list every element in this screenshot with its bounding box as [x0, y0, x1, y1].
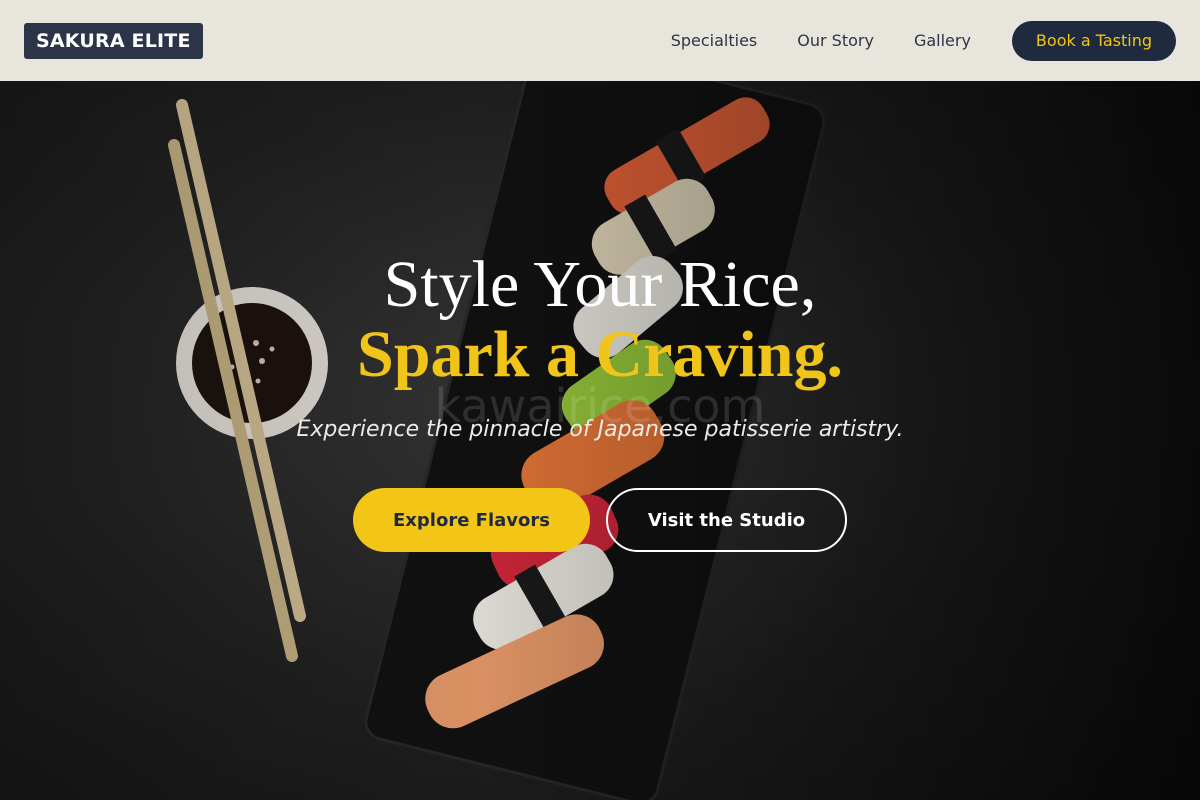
main-nav: Specialties Our Story Gallery Book a Tas…: [671, 20, 1176, 61]
brand-logo[interactable]: SAKURA ELITE: [24, 22, 203, 59]
book-tasting-button[interactable]: Book a Tasting: [1011, 20, 1176, 61]
hero-subtitle: Experience the pinnacle of Japanese pati…: [296, 417, 904, 442]
nav-link-specialties[interactable]: Specialties: [671, 31, 758, 50]
top-navbar: SAKURA ELITE Specialties Our Story Galle…: [0, 0, 1200, 81]
explore-flavors-button[interactable]: Explore Flavors: [353, 488, 590, 552]
hero-button-row: Explore Flavors Visit the Studio: [0, 488, 1200, 552]
nav-link-gallery[interactable]: Gallery: [914, 31, 971, 50]
hero-headline-line1: Style Your Rice,: [383, 248, 817, 321]
hero-content: Style Your Rice, Spark a Craving. kawair…: [0, 81, 1200, 800]
visit-studio-button[interactable]: Visit the Studio: [606, 488, 847, 552]
nav-link-our-story[interactable]: Our Story: [797, 31, 874, 50]
hero-section: Style Your Rice, Spark a Craving. kawair…: [0, 81, 1200, 800]
